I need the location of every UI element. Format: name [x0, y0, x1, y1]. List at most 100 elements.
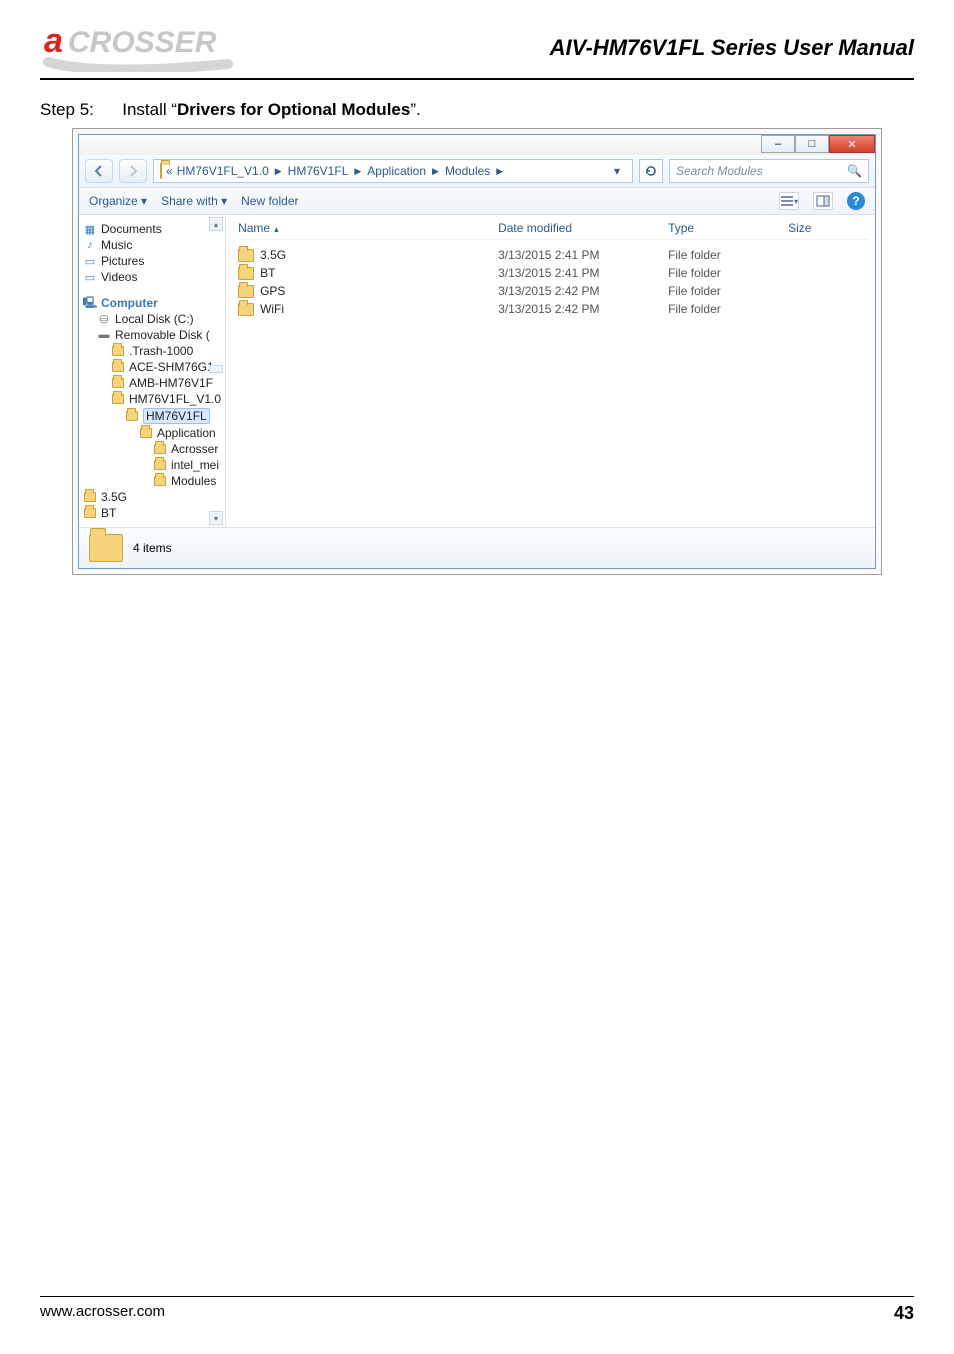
tree-item[interactable]: Modules	[83, 473, 221, 489]
maximize-button[interactable]: □	[795, 135, 829, 153]
search-icon: 🔍	[847, 164, 862, 178]
file-name: WiFi	[260, 302, 284, 316]
tree-item-documents[interactable]: ▦Documents	[83, 221, 221, 237]
address-bar[interactable]: « HM76V1FL_V1.0▶ HM76V1FL▶ Application▶ …	[153, 159, 633, 183]
disk-icon: ⛁	[97, 312, 111, 326]
acrosser-logo: a CROSSER	[40, 18, 270, 72]
forward-button[interactable]	[119, 159, 147, 183]
svg-text:a: a	[44, 22, 63, 60]
file-size	[788, 284, 868, 298]
scroll-up-button[interactable]: ▴	[209, 217, 223, 231]
help-button[interactable]: ?	[847, 192, 865, 210]
column-headers: Name▴ Date modified Type Size	[238, 221, 868, 240]
file-row[interactable]: GPS3/13/2015 2:42 PMFile folder	[238, 282, 868, 300]
folder-icon	[153, 458, 167, 472]
tree-item-label: 3.5G	[101, 490, 127, 504]
file-row[interactable]: 3.5G3/13/2015 2:41 PMFile folder	[238, 246, 868, 264]
folder-icon	[111, 360, 125, 374]
file-name: GPS	[260, 284, 285, 298]
file-name: BT	[260, 266, 275, 280]
scroll-handle[interactable]	[209, 365, 223, 373]
tree-item-label: Modules	[171, 474, 216, 488]
column-date[interactable]: Date modified	[498, 221, 668, 235]
tree-item[interactable]: 3.5G	[83, 489, 221, 505]
preview-pane-button[interactable]	[813, 192, 833, 210]
music-icon: ♪	[83, 238, 97, 252]
chevron-right-icon: ▶	[432, 166, 439, 177]
forward-arrow-icon	[126, 164, 140, 178]
file-date: 3/13/2015 2:41 PM	[498, 248, 668, 262]
status-text: 4 items	[133, 541, 172, 555]
file-date: 3/13/2015 2:42 PM	[498, 302, 668, 316]
refresh-icon	[644, 164, 658, 178]
step-label: Step 5:	[40, 100, 94, 119]
file-row[interactable]: BT3/13/2015 2:41 PMFile folder	[238, 264, 868, 282]
back-button[interactable]	[85, 159, 113, 183]
folder-icon	[111, 344, 125, 358]
tree-item[interactable]: BT	[83, 505, 221, 521]
page-footer: www.acrosser.com 43	[40, 1296, 914, 1324]
breadcrumb-3[interactable]: Modules	[445, 164, 490, 178]
tree-item-label: .Trash-1000	[129, 344, 193, 358]
scroll-down-button[interactable]: ▾	[209, 511, 223, 525]
folder-icon	[139, 426, 153, 440]
tree-item-removable-disk[interactable]: ▬Removable Disk (	[83, 327, 221, 343]
tree-item[interactable]: HM76V1FL_V1.0	[83, 391, 221, 407]
breadcrumb-0[interactable]: HM76V1FL_V1.0	[177, 164, 269, 178]
view-options-button[interactable]: ▾	[779, 192, 799, 210]
tree-item[interactable]: intel_mei	[83, 457, 221, 473]
tree-item[interactable]: .Trash-1000	[83, 343, 221, 359]
tree-item-local-disk[interactable]: ⛁Local Disk (C:)	[83, 311, 221, 327]
file-row[interactable]: WiFi 3/13/2015 2:42 PMFile folder	[238, 300, 868, 318]
tree-item[interactable]: Acrosser	[83, 441, 221, 457]
removable-disk-icon: ▬	[97, 328, 111, 342]
share-with-button[interactable]: Share with ▾	[161, 194, 227, 208]
search-input[interactable]: Search Modules 🔍	[669, 159, 869, 183]
tree-item[interactable]: Application	[83, 425, 221, 441]
file-size	[788, 266, 868, 280]
breadcrumb-lead: «	[166, 164, 173, 178]
tree-item[interactable]: HM76V1FL	[83, 407, 221, 425]
address-dropdown-button[interactable]: ▾	[608, 164, 626, 178]
status-bar: 4 items	[79, 527, 875, 568]
manual-title: AIV-HM76V1FL Series User Manual	[550, 29, 914, 61]
step-instruction: Step 5: Install “Drivers for Optional Mo…	[40, 100, 914, 120]
folder-icon	[153, 474, 167, 488]
tree-item-label: HM76V1FL	[143, 408, 210, 424]
column-size[interactable]: Size	[788, 221, 868, 235]
column-type[interactable]: Type	[668, 221, 788, 235]
step-text-before: Install “	[122, 100, 177, 119]
file-type: File folder	[668, 302, 788, 316]
refresh-button[interactable]	[639, 159, 663, 183]
file-name: 3.5G	[260, 248, 286, 262]
minimize-button[interactable]: –	[761, 135, 795, 153]
tree-item-videos[interactable]: ▭Videos	[83, 269, 221, 285]
navigation-pane: ▴ ▾ ▦Documents ♪Music ▭Pictures ▭Videos …	[79, 215, 226, 527]
folder-icon	[238, 285, 254, 298]
tree-item-pictures[interactable]: ▭Pictures	[83, 253, 221, 269]
chevron-right-icon: ▶	[275, 166, 282, 177]
folder-icon	[153, 442, 167, 456]
tree-item-label: ACE-SHM76G1	[129, 360, 214, 374]
tree-item-music[interactable]: ♪Music	[83, 237, 221, 253]
breadcrumb-1[interactable]: HM76V1FL	[288, 164, 349, 178]
file-type: File folder	[668, 266, 788, 280]
folder-icon	[238, 303, 254, 316]
tree-item-computer[interactable]: 🖳Computer	[83, 295, 221, 311]
organize-button[interactable]: Organize ▾	[89, 194, 147, 208]
tree-item[interactable]: ACE-SHM76G1	[83, 359, 221, 375]
new-folder-button[interactable]: New folder	[241, 194, 298, 208]
tree-item-label: BT	[101, 506, 116, 520]
tree-item[interactable]: AMB-HM76V1F	[83, 375, 221, 391]
chevron-right-icon: ▶	[354, 166, 361, 177]
svg-text:CROSSER: CROSSER	[68, 26, 217, 59]
column-name[interactable]: Name▴	[238, 221, 498, 235]
breadcrumb-2[interactable]: Application	[367, 164, 426, 178]
close-button[interactable]: ✕	[829, 135, 875, 153]
preview-pane-icon	[816, 195, 830, 207]
folder-icon	[238, 249, 254, 262]
file-type: File folder	[668, 284, 788, 298]
folder-icon	[125, 409, 139, 423]
document-icon: ▦	[83, 222, 97, 236]
navigation-row: « HM76V1FL_V1.0▶ HM76V1FL▶ Application▶ …	[79, 155, 875, 188]
